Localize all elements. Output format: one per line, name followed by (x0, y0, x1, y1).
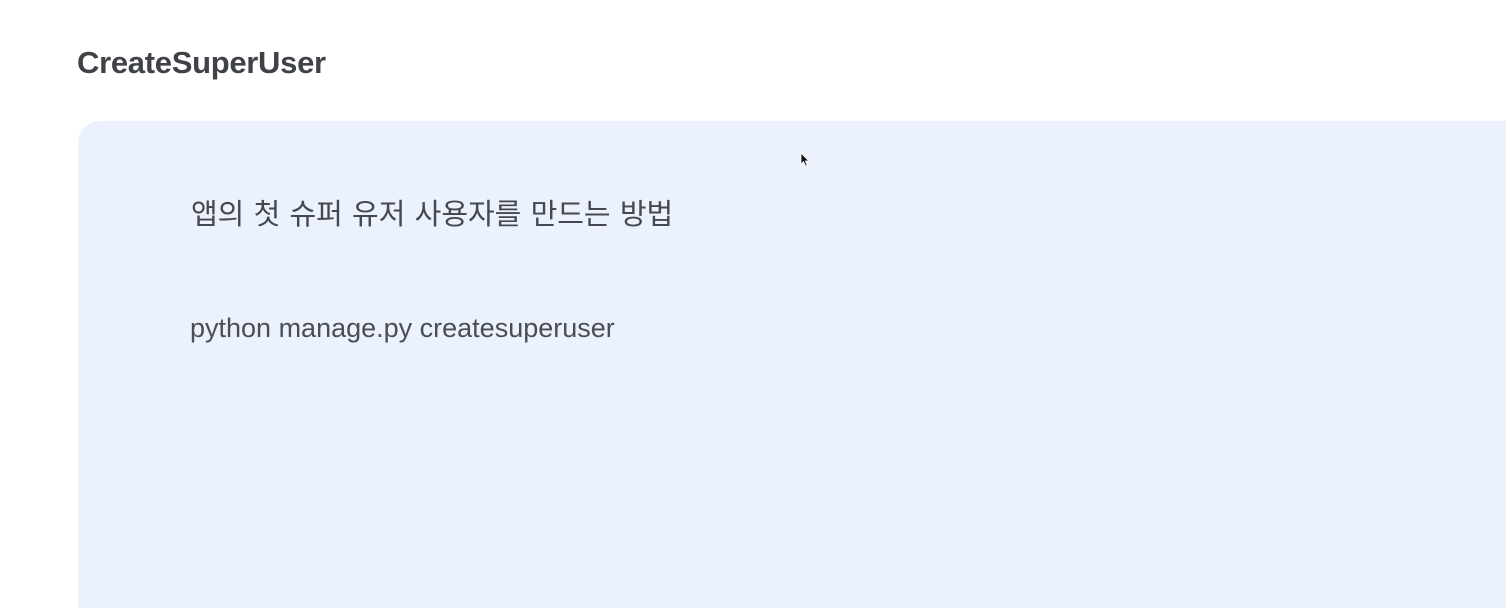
callout-heading: 앱의 첫 슈퍼 유저 사용자를 만드는 방법 (191, 197, 674, 231)
command-text: python manage.py createsuperuser (190, 313, 615, 343)
page: CreateSuperUser 앱의 첫 슈퍼 유저 사용자를 만드는 방법 p… (0, 0, 1506, 608)
page-title: CreateSuperUser (77, 45, 326, 80)
mouse-pointer-icon (800, 152, 810, 168)
callout-block[interactable]: 앱의 첫 슈퍼 유저 사용자를 만드는 방법 python manage.py … (78, 121, 1506, 608)
